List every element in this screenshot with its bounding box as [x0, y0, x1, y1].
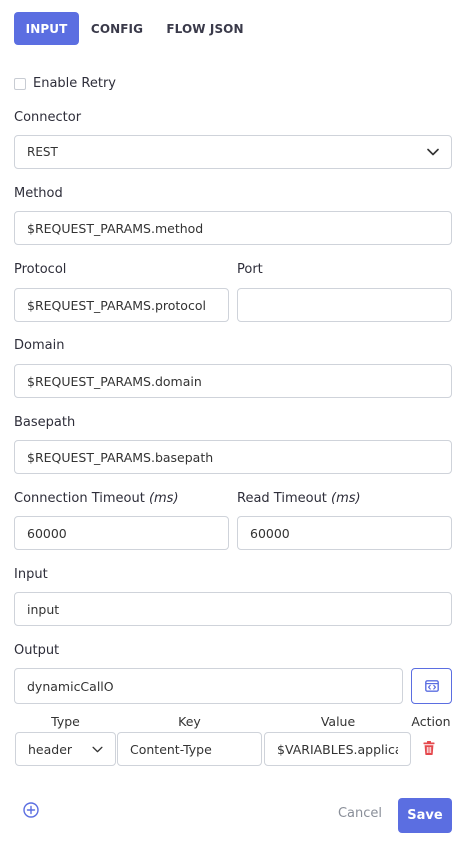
- trash-icon: [423, 741, 435, 755]
- connection-timeout-label: Connection Timeout (ms): [14, 491, 179, 506]
- column-header-value: Value: [320, 714, 356, 729]
- header-key-input[interactable]: [130, 741, 249, 757]
- connection-timeout-label-text: Connection Timeout: [14, 491, 149, 506]
- domain-label: Domain: [14, 338, 65, 353]
- connector-label: Connector: [14, 110, 82, 125]
- protocol-field[interactable]: [14, 288, 229, 322]
- protocol-label: Protocol: [14, 262, 67, 277]
- basepath-label: Basepath: [14, 415, 76, 430]
- output-field[interactable]: [14, 668, 403, 704]
- tab-flow-json[interactable]: FLOW JSON: [161, 12, 249, 45]
- plus-circle-icon: [23, 802, 39, 818]
- code-editor-button[interactable]: [411, 668, 452, 704]
- column-header-type: Type: [51, 714, 80, 729]
- tab-input[interactable]: INPUT: [14, 12, 79, 45]
- input-field[interactable]: [14, 592, 452, 626]
- tab-config[interactable]: CONFIG: [85, 12, 149, 45]
- header-value-input[interactable]: [277, 741, 398, 757]
- output-input[interactable]: [27, 678, 390, 694]
- connection-timeout-field[interactable]: [14, 516, 229, 550]
- enable-retry-label: Enable Retry: [33, 76, 116, 91]
- cancel-button[interactable]: Cancel: [330, 806, 390, 821]
- header-type-select[interactable]: header: [15, 732, 116, 766]
- method-field[interactable]: [14, 211, 452, 245]
- column-header-action: Action: [411, 714, 451, 729]
- method-input[interactable]: [27, 220, 439, 236]
- port-field[interactable]: [237, 288, 452, 322]
- port-label: Port: [237, 262, 263, 277]
- read-timeout-field[interactable]: [237, 516, 452, 550]
- header-type-value: header: [28, 741, 73, 757]
- chevron-down-icon: [92, 746, 103, 753]
- delete-header-button[interactable]: [419, 738, 439, 758]
- method-label: Method: [14, 186, 63, 201]
- column-header-key: Key: [178, 714, 201, 729]
- basepath-input[interactable]: [27, 449, 439, 465]
- basepath-field[interactable]: [14, 440, 452, 474]
- input-input[interactable]: [27, 601, 439, 617]
- connection-timeout-input[interactable]: [27, 525, 216, 541]
- input-label: Input: [14, 567, 48, 582]
- save-button[interactable]: Save: [398, 798, 452, 833]
- read-timeout-input[interactable]: [250, 525, 439, 541]
- protocol-input[interactable]: [27, 297, 216, 313]
- read-timeout-label-text: Read Timeout: [237, 491, 332, 506]
- output-label: Output: [14, 643, 60, 658]
- read-timeout-unit: (ms): [331, 491, 361, 506]
- header-key-field[interactable]: [117, 732, 262, 766]
- enable-retry-checkbox[interactable]: [14, 78, 26, 90]
- connection-timeout-unit: (ms): [148, 491, 179, 506]
- connector-select[interactable]: REST: [14, 135, 452, 169]
- read-timeout-label: Read Timeout (ms): [237, 491, 361, 506]
- domain-field[interactable]: [14, 364, 452, 398]
- code-editor-icon: [424, 680, 439, 692]
- domain-input[interactable]: [27, 373, 439, 389]
- add-header-button[interactable]: [22, 801, 40, 819]
- header-value-field[interactable]: [264, 732, 411, 766]
- chevron-down-icon: [427, 148, 439, 156]
- port-input[interactable]: [250, 297, 439, 313]
- connector-selected-value: REST: [27, 145, 58, 159]
